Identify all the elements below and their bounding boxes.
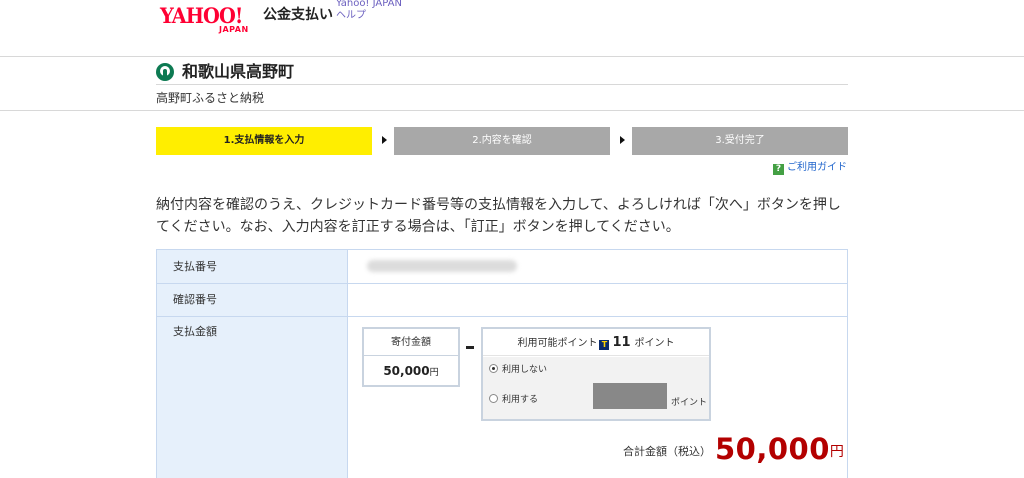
step-confirm-content: 2.内容を確認: [394, 127, 610, 155]
points-options: 利用しない 利用する ポイント: [483, 357, 709, 419]
step-input-payment-info: 1.支払情報を入力: [156, 127, 372, 155]
points-box: 利用可能ポイント T 11 ポイント 利用しない 利用する ポイント: [481, 327, 711, 421]
points-amount-input[interactable]: [593, 383, 667, 409]
donation-amount-number: 50,000: [383, 364, 430, 378]
service-name: 公金支払い: [263, 7, 333, 23]
question-icon: ?: [773, 164, 784, 175]
usage-guide-link[interactable]: ? ご利用ガイド: [773, 161, 847, 175]
usage-guide-label: ご利用ガイド: [787, 162, 847, 173]
progress-steps: 1.支払情報を入力 2.内容を確認 3.受付完了: [156, 127, 848, 155]
step-arrow-icon: [620, 136, 625, 144]
points-option-no-label: 利用しない: [502, 365, 548, 375]
merchant-subtitle: 高野町ふるさと納税: [156, 91, 265, 105]
points-option-yes-label: 利用する: [502, 395, 539, 405]
radio-use[interactable]: [489, 394, 498, 403]
row-divider: [157, 283, 847, 284]
radio-no-use[interactable]: [489, 364, 498, 373]
payment-number-value-blurred: [367, 260, 517, 272]
t-point-icon: T: [599, 340, 610, 350]
payment-form-table: 支払番号 確認番号 支払金額 寄付金額 50,000円 利用可能ポイント T 11 ポ…: [156, 249, 848, 478]
help-link[interactable]: ヘルプ: [336, 10, 402, 22]
available-points-header: 利用可能ポイント T 11 ポイント: [483, 329, 709, 356]
yahoo-japan-logo[interactable]: YAHOO! JAPAN: [160, 5, 260, 35]
total-amount-label: 合計金額（税込）: [623, 445, 711, 458]
minus-icon: [466, 346, 474, 349]
points-option-no[interactable]: 利用しない: [489, 363, 547, 377]
municipality-emblem-icon: [156, 63, 174, 81]
payment-amount-label: 支払金額: [157, 317, 347, 478]
donation-amount-unit: 円: [429, 368, 439, 378]
yahoo-japan-link[interactable]: Yahoo! JAPAN: [336, 0, 402, 10]
donation-amount-box: 寄付金額 50,000円: [362, 327, 460, 387]
row-divider: [157, 316, 847, 317]
header-divider: [0, 110, 1024, 111]
points-option-yes[interactable]: 利用する: [489, 393, 538, 407]
donation-amount-value: 50,000円: [364, 357, 458, 385]
points-input-unit: ポイント: [671, 398, 708, 408]
column-divider: [347, 250, 348, 478]
available-points-label: 利用可能ポイント: [517, 338, 598, 349]
merchant-name: 和歌山県高野町: [182, 62, 295, 81]
instructions-text: 納付内容を確認のうえ、クレジットカード番号等の支払情報を入力して、よろしければ「…: [156, 197, 841, 235]
available-points-unit: ポイント: [634, 338, 675, 349]
logo-yahoo-text: YAHOO!: [160, 3, 243, 28]
step-complete: 3.受付完了: [632, 127, 848, 155]
available-points-value: 11: [612, 335, 631, 350]
confirmation-number-label: 確認番号: [157, 284, 347, 316]
merchant-header: 和歌山県高野町: [156, 61, 848, 85]
header-links: Yahoo! JAPAN ヘルプ: [336, 0, 402, 22]
donation-amount-label: 寄付金額: [364, 329, 458, 356]
total-amount-unit: 円: [829, 444, 844, 460]
logo-japan-text: JAPAN: [219, 25, 249, 34]
total-amount-row: 合計金額（税込） 50,000円: [623, 432, 844, 466]
site-header: YAHOO! JAPAN 公金支払い Yahoo! JAPAN ヘルプ: [0, 0, 1024, 57]
payment-number-label: 支払番号: [157, 250, 347, 283]
step-arrow-icon: [382, 136, 387, 144]
total-amount-value: 50,000: [715, 432, 830, 466]
